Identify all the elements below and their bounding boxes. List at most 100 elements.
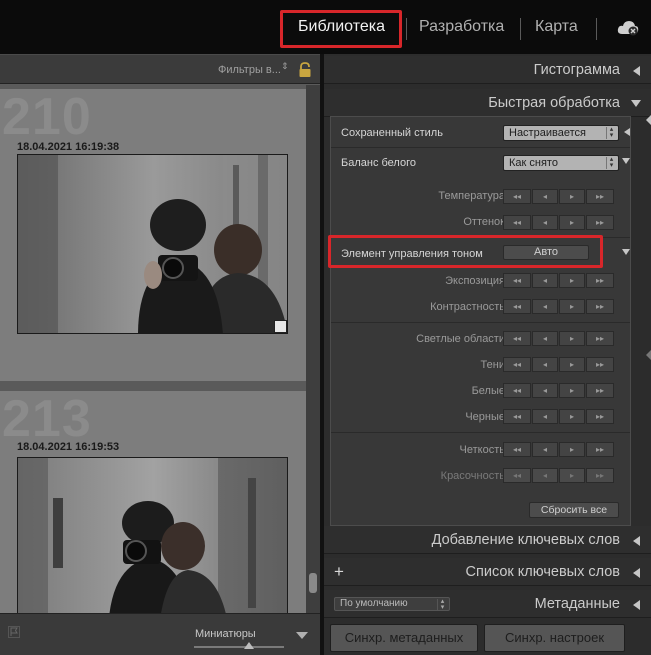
whites-buttons[interactable]: ◂◂ ◂ ▸ ▸▸ bbox=[503, 383, 615, 398]
quick-develop-body: Сохраненный стиль Настраивается ▴ ▾ Балан… bbox=[330, 116, 631, 526]
increase-button[interactable]: ▸ bbox=[559, 331, 585, 346]
decrease-button[interactable]: ◂ bbox=[532, 189, 558, 204]
row-separator bbox=[331, 147, 630, 148]
decrease-button[interactable]: ◂ bbox=[532, 331, 558, 346]
cloud-sync-icon[interactable] bbox=[616, 18, 640, 38]
reset-all-button[interactable]: Сбросить все bbox=[529, 502, 619, 518]
grid-view: Фильтры в... ⇕ 210 18.04.2021 16:19:38 2… bbox=[0, 54, 320, 655]
increase-button[interactable]: ▸ bbox=[559, 273, 585, 288]
increase-button[interactable]: ▸ bbox=[559, 215, 585, 230]
panel-header-quick-develop[interactable]: Быстрая обработка bbox=[324, 89, 651, 117]
decrease-button[interactable]: ◂ bbox=[532, 409, 558, 424]
decrease-large-button[interactable]: ◂◂ bbox=[503, 189, 531, 204]
increase-large-button[interactable]: ▸▸ bbox=[586, 299, 614, 314]
decrease-large-button[interactable]: ◂◂ bbox=[503, 273, 531, 288]
tone-control-expand-icon[interactable] bbox=[622, 249, 630, 255]
increase-button[interactable]: ▸ bbox=[559, 299, 585, 314]
increase-large-button[interactable]: ▸▸ bbox=[586, 468, 614, 483]
increase-large-button[interactable]: ▸▸ bbox=[586, 442, 614, 457]
right-panel-toggle-icon[interactable] bbox=[646, 350, 651, 360]
grid-cell[interactable]: 213 18.04.2021 16:19:53 bbox=[0, 390, 306, 613]
grid-scrollbar[interactable] bbox=[306, 85, 320, 613]
white-balance-select[interactable]: Как снято ▴ ▾ bbox=[503, 155, 619, 171]
panel-header-histogram[interactable]: Гистограмма bbox=[324, 56, 651, 84]
lock-icon[interactable] bbox=[298, 62, 312, 78]
increase-large-button[interactable]: ▸▸ bbox=[586, 409, 614, 424]
collapsed-triangle-icon bbox=[633, 536, 640, 546]
increase-button[interactable]: ▸ bbox=[559, 383, 585, 398]
increase-button[interactable]: ▸ bbox=[559, 357, 585, 372]
scrollbar-thumb[interactable] bbox=[309, 573, 317, 593]
clarity-label: Четкость bbox=[459, 444, 505, 456]
decrease-button[interactable]: ◂ bbox=[532, 383, 558, 398]
decrease-button[interactable]: ◂ bbox=[532, 357, 558, 372]
decrease-large-button[interactable]: ◂◂ bbox=[503, 331, 531, 346]
panel-edge-triangle-icon[interactable] bbox=[646, 115, 651, 125]
increase-button[interactable]: ▸ bbox=[559, 468, 585, 483]
decrease-button[interactable]: ◂ bbox=[532, 299, 558, 314]
thumbnail-grid[interactable]: 210 18.04.2021 16:19:38 213 18.04.2021 1… bbox=[0, 85, 306, 613]
saved-preset-select[interactable]: Настраивается ▴ ▾ bbox=[503, 125, 619, 141]
plus-icon[interactable]: + bbox=[334, 562, 344, 582]
increase-button[interactable]: ▸ bbox=[559, 442, 585, 457]
toolbar-menu-chevron-down-icon[interactable] bbox=[296, 632, 308, 639]
increase-large-button[interactable]: ▸▸ bbox=[586, 357, 614, 372]
decrease-large-button[interactable]: ◂◂ bbox=[503, 357, 531, 372]
blacks-label: Черные bbox=[465, 411, 505, 423]
white-balance-value: Как снято bbox=[509, 157, 558, 169]
increase-large-button[interactable]: ▸▸ bbox=[586, 273, 614, 288]
shadows-buttons[interactable]: ◂◂ ◂ ▸ ▸▸ bbox=[503, 357, 615, 372]
filter-preset-arrows-icon[interactable]: ⇕ bbox=[281, 62, 289, 71]
blacks-buttons[interactable]: ◂◂ ◂ ▸ ▸▸ bbox=[503, 409, 615, 424]
decrease-large-button[interactable]: ◂◂ bbox=[503, 299, 531, 314]
sync-metadata-button[interactable]: Синхр. метаданных bbox=[330, 624, 478, 652]
decrease-large-button[interactable]: ◂◂ bbox=[503, 468, 531, 483]
decrease-button[interactable]: ◂ bbox=[532, 468, 558, 483]
panel-header-keywording[interactable]: Добавление ключевых слов bbox=[324, 526, 651, 554]
exposure-buttons[interactable]: ◂◂ ◂ ▸ ▸▸ bbox=[503, 273, 615, 288]
sync-settings-button[interactable]: Синхр. настроек bbox=[484, 624, 625, 652]
temperature-buttons[interactable]: ◂◂ ◂ ▸ ▸▸ bbox=[503, 189, 615, 204]
filter-preset-label[interactable]: Фильтры в... bbox=[218, 64, 281, 76]
increase-large-button[interactable]: ▸▸ bbox=[586, 383, 614, 398]
tint-buttons[interactable]: ◂◂ ◂ ▸ ▸▸ bbox=[503, 215, 615, 230]
decrease-button[interactable]: ◂ bbox=[532, 273, 558, 288]
increase-button[interactable]: ▸ bbox=[559, 409, 585, 424]
select-arrows-icon: ▴ ▾ bbox=[606, 156, 616, 169]
decrease-button[interactable]: ◂ bbox=[532, 442, 558, 457]
grid-cell[interactable]: 210 18.04.2021 16:19:38 bbox=[0, 88, 306, 381]
increase-button[interactable]: ▸ bbox=[559, 189, 585, 204]
exposure-label: Экспозиция bbox=[445, 275, 505, 287]
saved-preset-expand-icon[interactable] bbox=[624, 128, 630, 136]
increase-large-button[interactable]: ▸▸ bbox=[586, 189, 614, 204]
decrease-large-button[interactable]: ◂◂ bbox=[503, 383, 531, 398]
contrast-buttons[interactable]: ◂◂ ◂ ▸ ▸▸ bbox=[503, 299, 615, 314]
collapsed-triangle-icon bbox=[633, 568, 640, 578]
white-balance-expand-icon[interactable] bbox=[622, 158, 630, 164]
decrease-large-button[interactable]: ◂◂ bbox=[503, 409, 531, 424]
clarity-buttons[interactable]: ◂◂ ◂ ▸ ▸▸ bbox=[503, 442, 615, 457]
increase-large-button[interactable]: ▸▸ bbox=[586, 331, 614, 346]
decrease-button[interactable]: ◂ bbox=[532, 215, 558, 230]
module-picker: Библиотека Разработка Карта bbox=[0, 0, 651, 54]
module-separator bbox=[596, 18, 597, 40]
vibrance-buttons[interactable]: ◂◂ ◂ ▸ ▸▸ bbox=[503, 468, 615, 483]
increase-large-button[interactable]: ▸▸ bbox=[586, 215, 614, 230]
panel-header-metadata[interactable]: По умолчанию ▴ ▾ Метаданные bbox=[324, 590, 651, 618]
module-map[interactable]: Карта bbox=[535, 18, 578, 36]
temperature-label: Температура bbox=[438, 190, 505, 202]
decrease-large-button[interactable]: ◂◂ bbox=[503, 442, 531, 457]
metadata-preset-select[interactable]: По умолчанию ▴ ▾ bbox=[334, 597, 450, 611]
module-separator bbox=[520, 18, 521, 40]
panel-header-keyword-list[interactable]: + Список ключевых слов bbox=[324, 558, 651, 586]
row-separator bbox=[331, 432, 630, 433]
photo-thumbnail[interactable] bbox=[17, 154, 288, 334]
photo-thumbnail[interactable] bbox=[17, 457, 288, 613]
highlight-box-tone-control bbox=[328, 235, 603, 268]
highlights-buttons[interactable]: ◂◂ ◂ ▸ ▸▸ bbox=[503, 331, 615, 346]
slider-knob[interactable] bbox=[244, 642, 254, 649]
thumbnails-size-slider[interactable] bbox=[194, 642, 284, 649]
decrease-large-button[interactable]: ◂◂ bbox=[503, 215, 531, 230]
module-develop[interactable]: Разработка bbox=[419, 18, 504, 36]
flag-icon[interactable] bbox=[8, 626, 20, 638]
